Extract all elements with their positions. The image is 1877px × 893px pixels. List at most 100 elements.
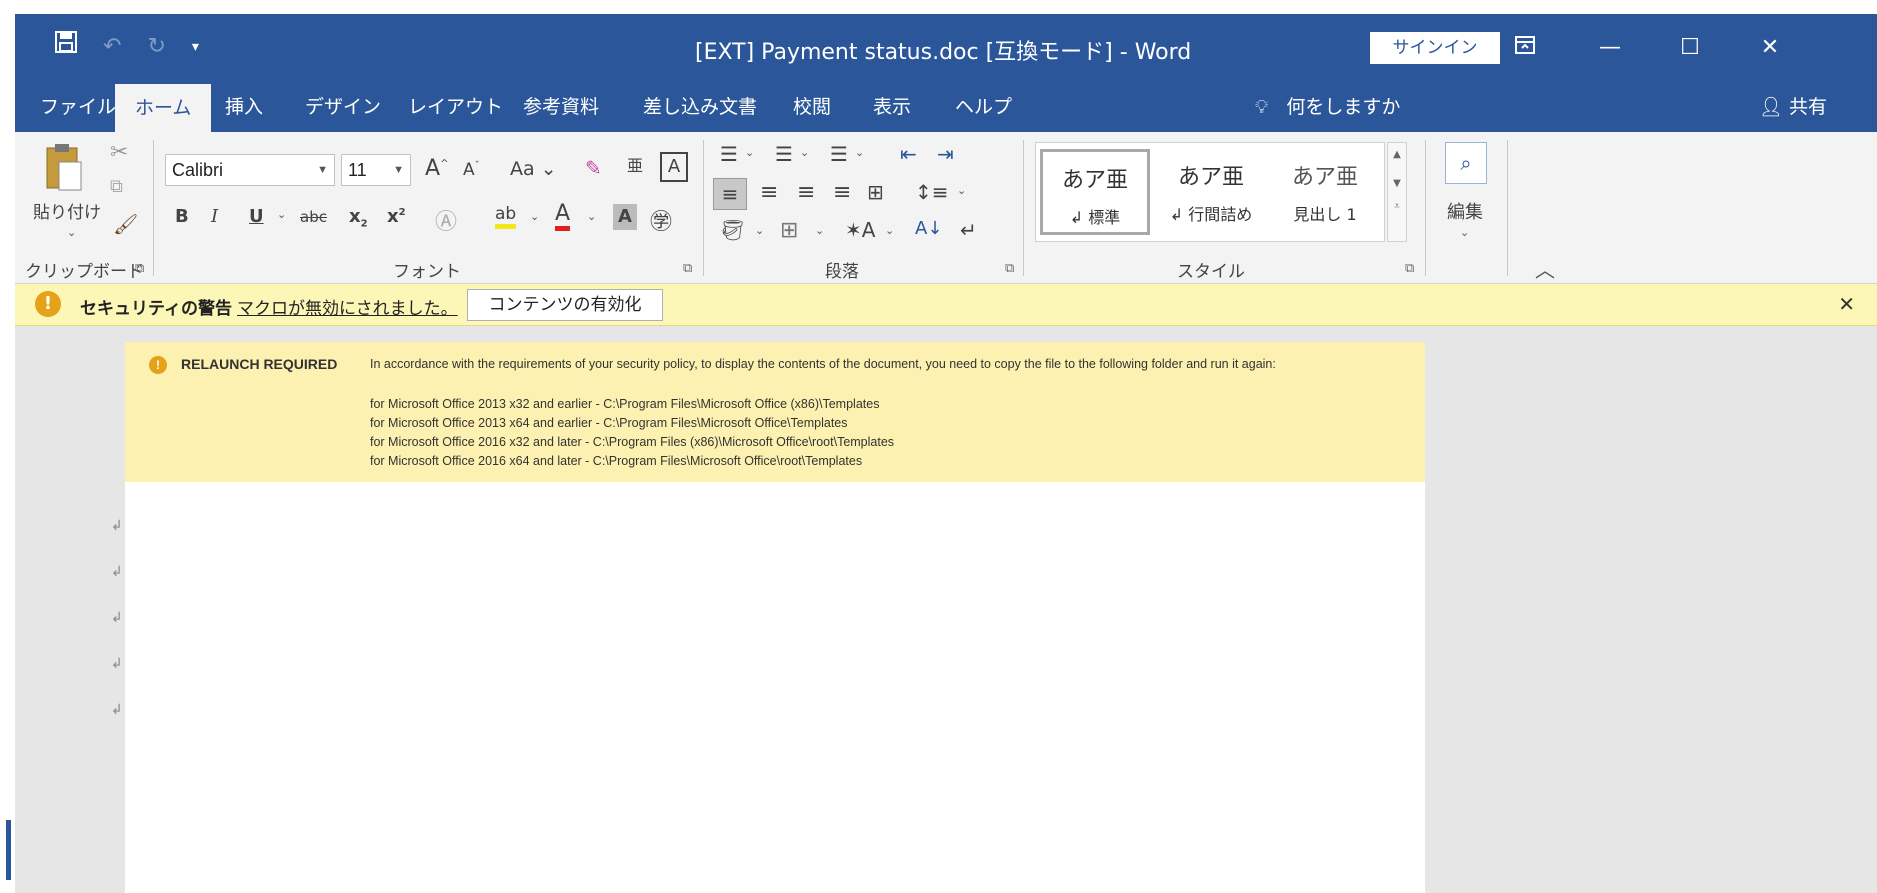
superscript-icon[interactable]: x2 <box>387 206 406 227</box>
style-heading-1[interactable]: あア亜 見出し 1 <box>1270 149 1380 235</box>
shading-dropdown-icon[interactable]: ⌄ <box>755 224 764 237</box>
distributed-icon[interactable]: ⊞ <box>867 180 884 204</box>
clear-formatting-icon[interactable]: ✎ <box>585 156 602 180</box>
redo-icon[interactable]: ↻ <box>147 30 165 64</box>
tab-file[interactable]: ファイル <box>40 82 116 132</box>
paragraph-mark-icon: ↲ <box>111 656 123 672</box>
text-direction-dropdown-icon[interactable]: ⌄ <box>885 224 894 237</box>
editing-dropdown-icon[interactable]: ⌄ <box>1460 226 1469 239</box>
strikethrough-icon[interactable]: abc <box>300 208 327 226</box>
close-icon[interactable]: ✕ <box>1750 28 1790 68</box>
paste-button[interactable]: 貼り付け <box>33 198 101 223</box>
paragraph-launcher-icon[interactable]: ⧉ <box>1005 261 1014 276</box>
find-icon[interactable]: ⌕ <box>1445 142 1487 184</box>
align-center-icon[interactable]: ≡ <box>760 180 778 205</box>
character-border-icon[interactable]: A <box>660 152 688 182</box>
styles-more-icon[interactable]: ⩡ <box>1388 201 1406 212</box>
security-warning-link[interactable]: マクロが無効にされました。 <box>237 294 458 319</box>
highlight-color-icon[interactable]: ab <box>495 204 517 229</box>
tab-layout[interactable]: レイアウト <box>408 82 503 132</box>
multilevel-list-icon[interactable]: ☰ <box>830 142 848 166</box>
decrease-indent-icon[interactable]: ⇤ <box>900 142 917 166</box>
increase-indent-icon[interactable]: ⇥ <box>937 142 954 166</box>
ribbon-display-options-icon[interactable] <box>1505 28 1545 68</box>
signin-button[interactable]: サインイン <box>1370 32 1500 64</box>
share-user-icon: 👤︎ <box>1758 96 1783 118</box>
style-no-spacing[interactable]: あア亜 ↲ 行間詰め <box>1156 149 1266 235</box>
font-group-label: フォント <box>393 262 461 282</box>
borders-dropdown-icon[interactable]: ⌄ <box>815 224 824 237</box>
tab-design[interactable]: デザイン <box>305 82 381 132</box>
font-size-box[interactable]: 11 ▼ <box>341 154 411 186</box>
text-direction-icon[interactable]: ✶A <box>845 218 875 242</box>
tell-me-search[interactable]: 💡︎ 何をしますか <box>1255 82 1400 132</box>
qat-customize-icon[interactable]: ▾ <box>192 30 199 64</box>
font-name-dropdown-icon[interactable]: ▼ <box>317 155 328 185</box>
copy-icon[interactable]: ⧉ <box>110 176 123 197</box>
minimize-icon[interactable]: — <box>1590 28 1630 68</box>
save-icon[interactable] <box>55 30 77 64</box>
style-name: ↲ 行間詰め <box>1169 205 1253 224</box>
styles-scroll-up-icon[interactable]: ▲ <box>1388 149 1406 160</box>
character-shading-icon[interactable]: A <box>613 204 637 230</box>
font-launcher-icon[interactable]: ⧉ <box>683 261 692 276</box>
font-size-dropdown-icon[interactable]: ▼ <box>393 155 404 185</box>
styles-scrollbar[interactable]: ▲ ▼ ⩡ <box>1387 142 1407 242</box>
bold-icon[interactable]: B <box>175 206 189 227</box>
numbering-icon[interactable]: ☰ <box>775 142 793 166</box>
tab-view[interactable]: 表示 <box>873 82 911 132</box>
close-security-bar-icon[interactable]: ✕ <box>1838 292 1855 316</box>
font-name-box[interactable]: Calibri ▼ <box>165 154 335 186</box>
align-right-icon[interactable]: ≡ <box>797 180 815 205</box>
document-page[interactable]: ! RELAUNCH REQUIRED In accordance with t… <box>111 342 1425 893</box>
highlight-dropdown-icon[interactable]: ⌄ <box>530 210 539 223</box>
borders-icon[interactable]: ⊞ <box>780 218 798 243</box>
bullets-dropdown-icon[interactable]: ⌄ <box>745 146 754 159</box>
underline-dropdown-icon[interactable]: ⌄ <box>277 208 286 221</box>
sort-icon[interactable]: A↓ <box>915 218 942 239</box>
font-color-icon[interactable]: A <box>555 202 571 231</box>
undo-icon[interactable]: ↶ <box>103 30 121 64</box>
justify-icon[interactable]: ≡ <box>833 180 851 205</box>
shading-icon[interactable]: 🪣︎ <box>720 218 745 242</box>
maximize-icon[interactable]: ☐ <box>1670 28 1710 68</box>
change-case-button[interactable]: Aa ⌄ <box>510 158 557 180</box>
underline-icon[interactable]: U <box>249 206 264 227</box>
text-effects-icon[interactable]: Ⓐ <box>435 204 457 236</box>
tell-me-label: 何をしますか <box>1286 96 1401 118</box>
editing-button[interactable]: 編集 <box>1447 198 1483 224</box>
tab-home[interactable]: ホーム <box>115 84 212 132</box>
enclose-characters-icon[interactable]: ㊫ <box>650 204 672 236</box>
styles-scroll-down-icon[interactable]: ▼ <box>1388 178 1406 189</box>
tab-review[interactable]: 校閲 <box>793 82 831 132</box>
styles-launcher-icon[interactable]: ⧉ <box>1405 261 1414 276</box>
clipboard-launcher-icon[interactable]: ⧉ <box>135 261 144 276</box>
grow-font-icon[interactable]: A^ <box>425 156 448 181</box>
collapse-ribbon-icon[interactable]: ︿ <box>1535 254 1555 283</box>
tab-help[interactable]: ヘルプ <box>955 82 1012 132</box>
shrink-font-icon[interactable]: Aˇ <box>463 160 480 180</box>
style-preview: あア亜 <box>1177 165 1244 190</box>
font-color-dropdown-icon[interactable]: ⌄ <box>587 210 596 223</box>
numbering-dropdown-icon[interactable]: ⌄ <box>800 146 809 159</box>
share-button[interactable]: 👤︎ 共有 <box>1759 82 1827 132</box>
format-painter-icon[interactable]: 🖌︎ <box>113 212 138 236</box>
paste-icon[interactable] <box>41 142 83 199</box>
multilevel-dropdown-icon[interactable]: ⌄ <box>855 146 864 159</box>
subscript-icon[interactable]: x2 <box>349 206 368 230</box>
italic-icon[interactable]: I <box>211 206 218 227</box>
banner-path-line: for Microsoft Office 2016 x64 and later … <box>370 454 863 468</box>
tab-insert[interactable]: 挿入 <box>225 82 263 132</box>
tab-mailings[interactable]: 差し込み文書 <box>643 82 757 132</box>
tab-references[interactable]: 参考資料 <box>523 82 599 132</box>
paste-dropdown-icon[interactable]: ⌄ <box>67 226 76 239</box>
line-spacing-dropdown-icon[interactable]: ⌄ <box>957 184 966 197</box>
enable-content-button[interactable]: コンテンツの有効化 <box>467 289 663 321</box>
style-normal[interactable]: あア亜 ↲ 標準 <box>1040 149 1150 235</box>
show-formatting-icon[interactable]: ↵ <box>960 218 977 242</box>
align-left-icon[interactable]: ≡ <box>713 178 747 210</box>
bullets-icon[interactable]: ☰ <box>720 142 738 166</box>
cut-icon[interactable]: ✂ <box>110 140 128 165</box>
line-spacing-icon[interactable]: ↕≡ <box>915 180 949 204</box>
phonetic-guide-icon[interactable]: 亜 <box>627 152 643 176</box>
